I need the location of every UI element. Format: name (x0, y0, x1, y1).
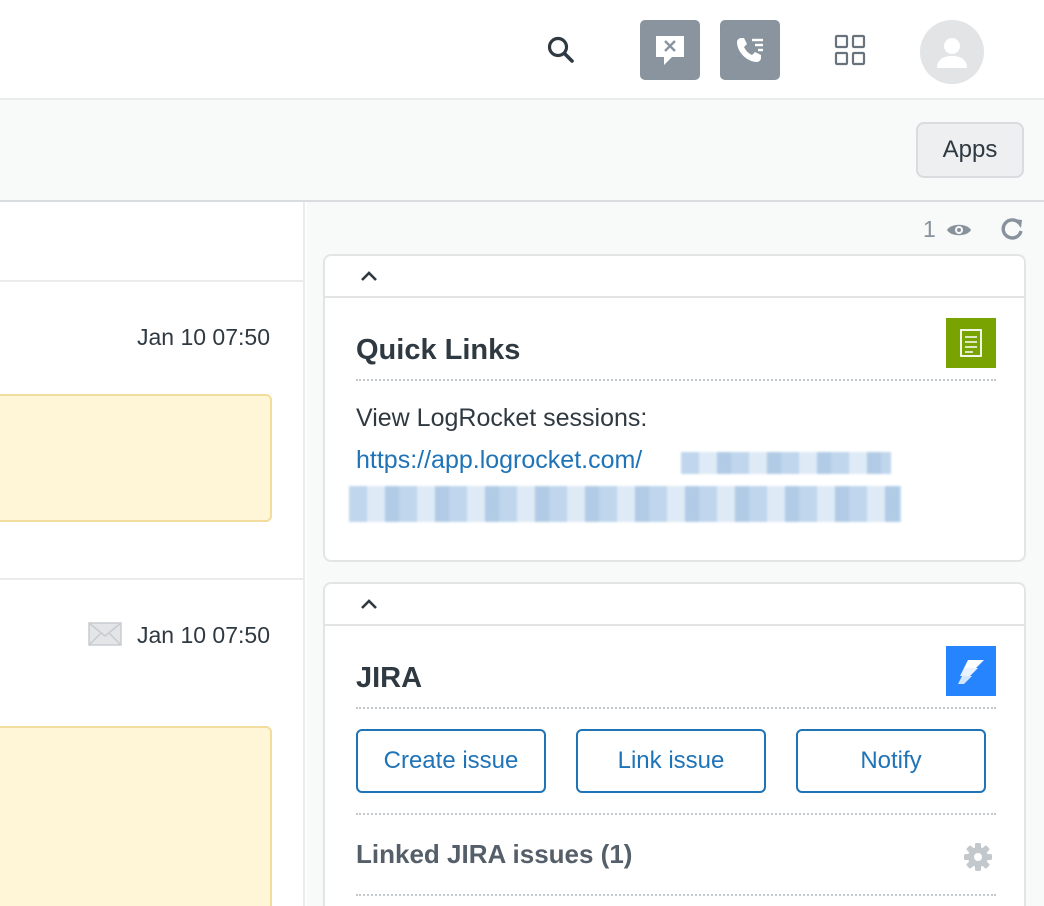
search-icon[interactable] (541, 30, 581, 70)
divider (356, 379, 996, 381)
quick-links-card: Quick Links View LogRocket sessions: htt… (323, 254, 1026, 562)
avatar[interactable] (920, 20, 984, 84)
jira-title: JIRA (356, 662, 423, 694)
divider (356, 894, 996, 896)
divider (356, 707, 996, 709)
chat-off-button[interactable] (640, 20, 700, 80)
message-bubble (0, 394, 272, 522)
collapse-toggle[interactable] (357, 266, 381, 286)
product-tray-icon[interactable] (830, 30, 870, 70)
message-timestamp: Jan 10 07:50 (136, 622, 270, 648)
message-bubble (0, 726, 272, 906)
eye-icon (947, 224, 971, 236)
logrocket-link[interactable]: https://app.logrocket.com/ (356, 446, 642, 475)
gear-icon[interactable] (963, 842, 993, 872)
apps-button[interactable]: Apps (916, 122, 1024, 178)
linked-issues-title: Linked JIRA issues (1) (356, 839, 633, 869)
voice-icon (737, 38, 763, 62)
jira-logo-icon (946, 646, 996, 696)
message-timestamp: Jan 10 07:50 (136, 324, 270, 350)
envelope-icon (88, 622, 122, 646)
quick-links-logo-icon (946, 318, 996, 368)
divider (0, 578, 303, 580)
create-issue-button[interactable]: Create issue (356, 729, 546, 793)
quick-links-text: View LogRocket sessions: (356, 404, 648, 432)
conversation-pane: Jan 10 07:50 Jan 10 07:50 (0, 202, 305, 906)
sub-header: Apps (0, 100, 1044, 202)
jira-card: JIRA Create issue Link issue Notify Link… (323, 582, 1026, 906)
card-header (325, 584, 1024, 626)
collapse-toggle[interactable] (357, 594, 381, 614)
chat-off-icon (656, 36, 684, 65)
card-header (325, 256, 1024, 298)
redacted-link-segment (681, 452, 891, 474)
link-issue-button[interactable]: Link issue (576, 729, 766, 793)
top-header (0, 0, 1044, 100)
chevron-up-icon (361, 599, 377, 609)
voice-button[interactable] (720, 20, 780, 80)
redacted-link-segment (349, 486, 901, 522)
quick-links-title: Quick Links (356, 334, 521, 366)
avatar-icon (937, 38, 967, 68)
apps-panel: 1 Quick Links View LogRocket sessions: h… (307, 202, 1044, 906)
chevron-up-icon (361, 271, 377, 281)
refresh-icon[interactable] (999, 216, 1025, 242)
divider (0, 280, 303, 282)
divider (356, 813, 996, 815)
notify-button[interactable]: Notify (796, 729, 986, 793)
viewer-count: 1 (923, 216, 936, 242)
